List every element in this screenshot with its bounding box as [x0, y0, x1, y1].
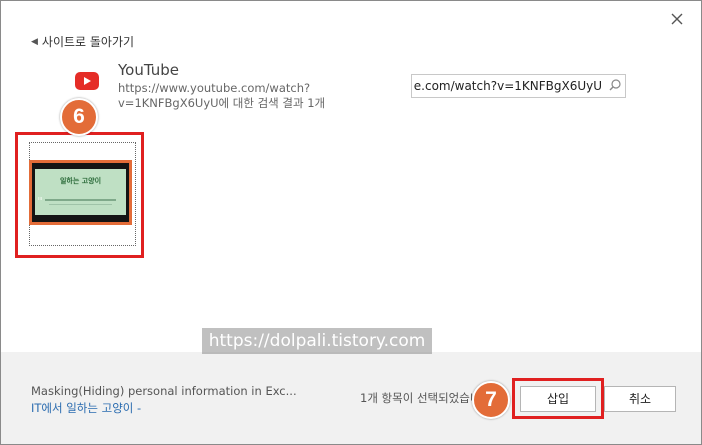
- source-title: YouTube: [118, 61, 179, 79]
- search-box: [411, 74, 626, 98]
- insert-video-dialog: ◀ 사이트로 돌아가기 YouTube https://www.youtube.…: [0, 0, 702, 445]
- back-link-label: 사이트로 돌아가기: [41, 35, 135, 49]
- watermark: https://dolpali.tistory.com: [202, 328, 432, 354]
- step-marker-7: 7: [472, 381, 510, 419]
- search-input[interactable]: [412, 76, 604, 96]
- caret-left-icon: ◀: [31, 36, 38, 47]
- selection-status: 1개 항목이 선택되었습니다.: [360, 391, 478, 405]
- video-info-title: Masking(Hiding) personal information in …: [31, 384, 297, 398]
- search-icon[interactable]: [608, 78, 622, 92]
- youtube-logo-icon: [75, 72, 99, 90]
- close-button[interactable]: [667, 9, 687, 29]
- insert-highlight-box: [512, 378, 604, 419]
- search-result-description: https://www.youtube.com/watch?v=1KNFBgX6…: [118, 81, 326, 110]
- step-marker-6: 6: [60, 98, 98, 136]
- close-icon: [671, 13, 683, 25]
- cancel-button[interactable]: 취소: [604, 386, 676, 412]
- back-to-sites-link[interactable]: ◀ 사이트로 돌아가기: [31, 33, 134, 50]
- thumbnail-highlight-box: [15, 132, 144, 258]
- video-channel-link[interactable]: IT에서 일하는 고양이 -: [31, 400, 141, 416]
